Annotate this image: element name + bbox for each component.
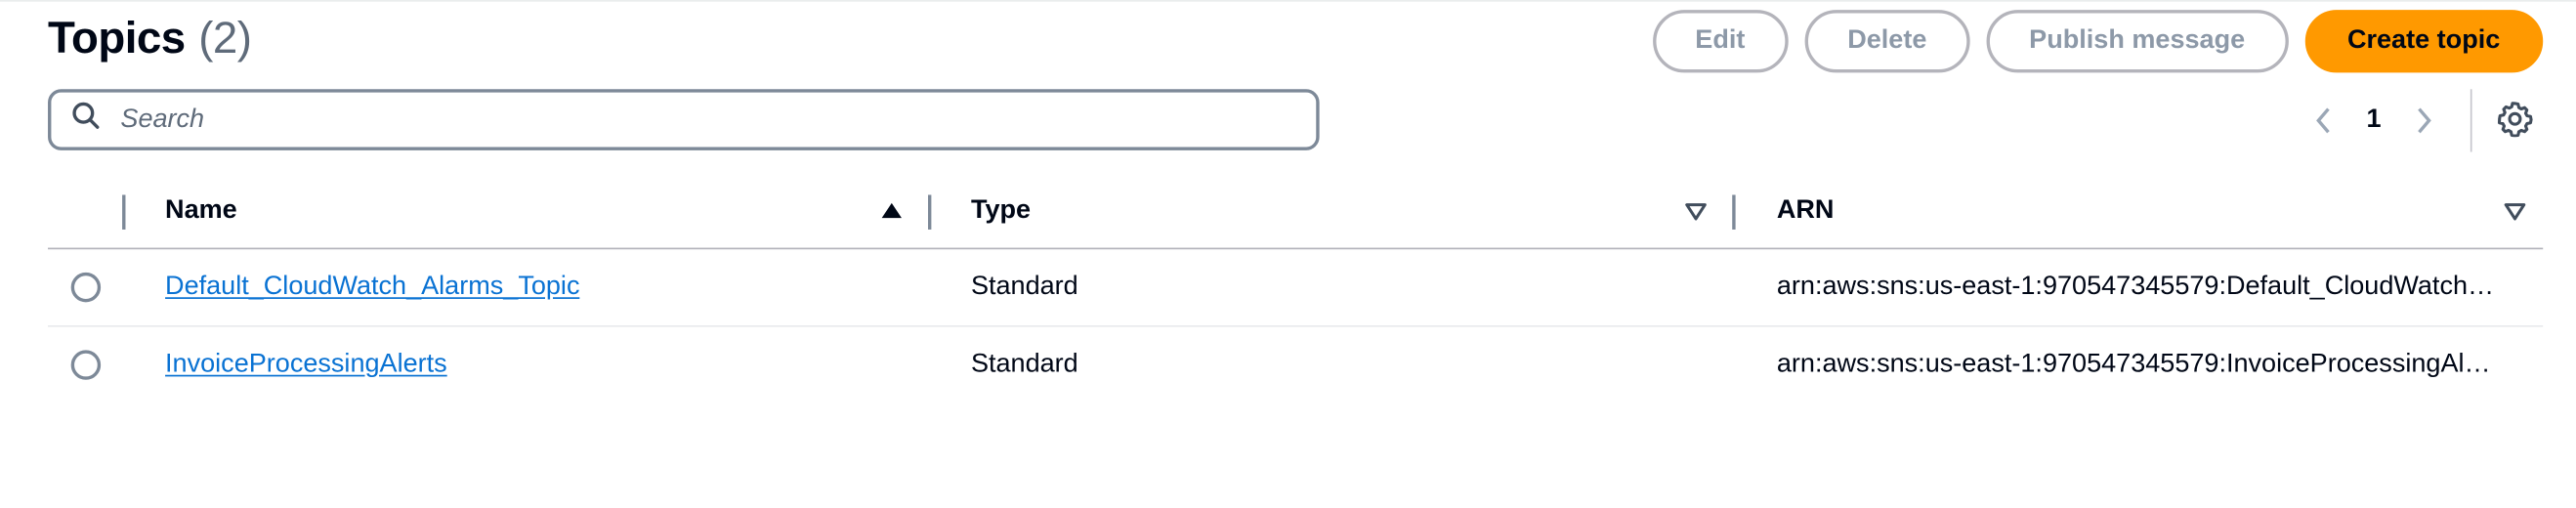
column-header-name[interactable]: Name (165, 175, 237, 247)
current-page-number[interactable]: 1 (2367, 106, 2382, 135)
topic-name-cell: Default_CloudWatch_Alarms_Topic (165, 249, 579, 325)
page: Topics (2) Edit Delete Publish message C… (0, 0, 2576, 508)
column-separator (122, 194, 126, 230)
page-title-text: Topics (48, 13, 186, 64)
sort-descending-icon[interactable] (1684, 200, 1708, 224)
topic-arn-cell: arn:aws:sns:us-east-1:970547345579:Invoi… (1776, 350, 2497, 379)
pager-divider (2470, 89, 2472, 152)
topic-name-link[interactable]: InvoiceProcessingAlerts (165, 350, 447, 379)
search-input[interactable] (117, 103, 1247, 137)
row-select-radio[interactable] (70, 350, 102, 380)
table-header: Name Type ARN (48, 175, 2544, 250)
edit-button[interactable]: Edit (1652, 10, 1789, 73)
chevron-right-icon[interactable] (2411, 96, 2437, 146)
pagination: 1 (2310, 96, 2437, 146)
top-divider (0, 0, 2576, 2)
sort-descending-icon[interactable] (2504, 200, 2527, 224)
column-header-arn[interactable]: ARN (1777, 175, 1835, 247)
search-box[interactable] (48, 89, 1320, 150)
topic-count: (2) (198, 13, 252, 64)
settings-gear-icon[interactable] (2495, 99, 2535, 139)
create-topic-button[interactable]: Create topic (2304, 10, 2544, 73)
topic-arn-cell: arn:aws:sns:us-east-1:970547345579:Defau… (1776, 272, 2497, 301)
publish-message-button[interactable]: Publish message (1986, 10, 2289, 73)
topic-name-link[interactable]: Default_CloudWatch_Alarms_Topic (165, 273, 579, 302)
action-bar: Edit Delete Publish message Create topic (1652, 10, 2544, 73)
topic-type-cell: Standard (970, 350, 1078, 379)
sort-ascending-icon[interactable] (880, 200, 904, 224)
column-header-type[interactable]: Type (971, 175, 1031, 247)
topic-name-cell: InvoiceProcessingAlerts (165, 327, 447, 403)
column-separator[interactable] (1732, 194, 1736, 230)
topic-type-cell: Standard (970, 272, 1078, 301)
page-title: Topics (2) (48, 13, 252, 64)
table-row[interactable]: Default_CloudWatch_Alarms_Topic Standard… (48, 249, 2544, 327)
search-icon (71, 101, 101, 139)
chevron-left-icon[interactable] (2310, 96, 2337, 146)
row-select-radio[interactable] (70, 272, 102, 303)
topics-table: Name Type ARN Default_CloudWatch_Alarms_… (48, 175, 2544, 403)
column-separator[interactable] (928, 194, 932, 230)
table-row[interactable]: InvoiceProcessingAlerts Standard arn:aws… (48, 327, 2543, 403)
topics-panel: Topics (2) Edit Delete Publish message C… (0, 0, 2576, 508)
delete-button[interactable]: Delete (1804, 10, 1970, 73)
